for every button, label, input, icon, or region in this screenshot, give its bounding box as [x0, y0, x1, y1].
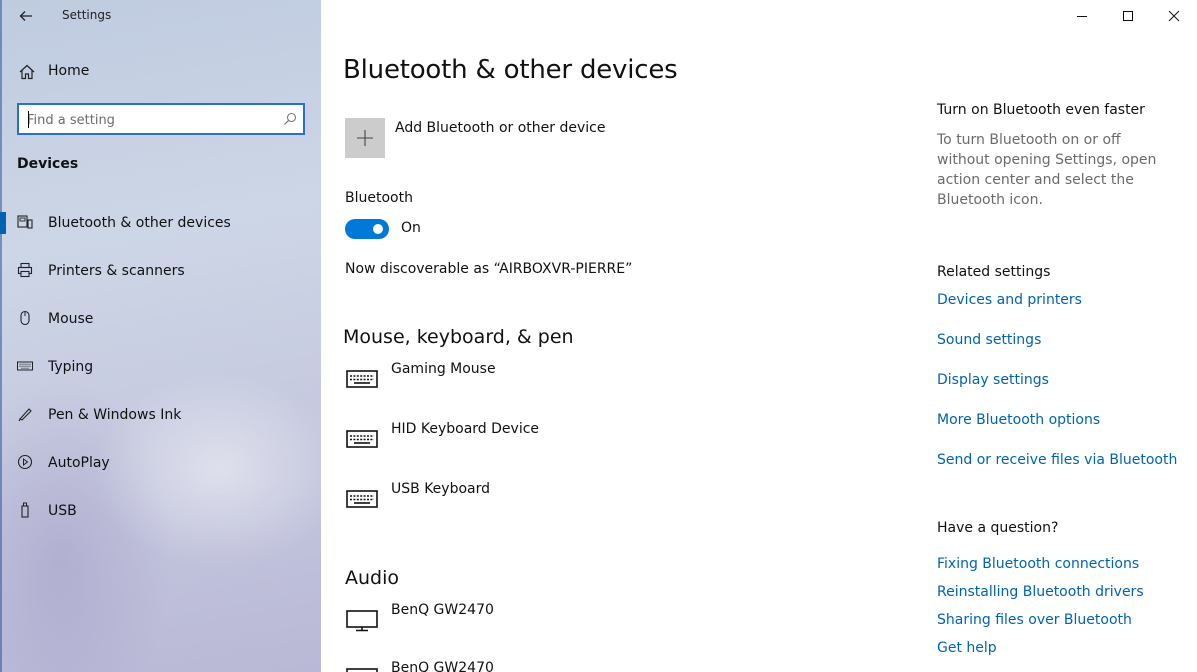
back-arrow-icon — [19, 11, 32, 21]
mouse-icon — [20, 310, 30, 326]
printer-icon — [17, 262, 33, 278]
link-send-receive-files[interactable]: Send or receive files via Bluetooth — [937, 452, 1177, 468]
sidebar: Settings Home Devices Bluetooth & other … — [0, 0, 321, 672]
plus-icon — [357, 130, 373, 146]
minimize-button[interactable] — [1059, 0, 1105, 32]
tip-heading: Turn on Bluetooth even faster — [937, 102, 1145, 118]
sidebar-item-label: AutoPlay — [48, 455, 110, 471]
search-box[interactable] — [17, 103, 305, 135]
close-button[interactable] — [1151, 0, 1197, 32]
section-label: Devices — [17, 156, 79, 172]
home-label: Home — [48, 63, 90, 79]
search-icon[interactable] — [283, 112, 297, 126]
sidebar-nav: Bluetooth & other devices Printers & sca… — [0, 200, 321, 536]
link-devices-and-printers[interactable]: Devices and printers — [937, 292, 1082, 308]
autoplay-icon — [17, 454, 33, 470]
sidebar-item-label: USB — [48, 503, 77, 519]
title-bar: Settings — [0, 0, 321, 32]
keyboard-icon — [346, 430, 378, 448]
link-sharing-files[interactable]: Sharing files over Bluetooth — [937, 612, 1132, 628]
minimize-icon — [1077, 16, 1087, 17]
device-name: BenQ GW2470 — [391, 602, 494, 618]
keyboard-icon — [17, 361, 33, 371]
link-sound-settings[interactable]: Sound settings — [937, 332, 1041, 348]
link-display-settings[interactable]: Display settings — [937, 372, 1049, 388]
window-controls — [1059, 0, 1197, 32]
home-icon — [19, 64, 35, 80]
device-item[interactable]: USB Keyboard — [345, 481, 745, 521]
discoverable-text: Now discoverable as “AIRBOXVR-PIERRE” — [345, 261, 633, 277]
bluetooth-state: On — [401, 220, 421, 236]
search-input[interactable] — [27, 111, 277, 129]
app-title: Settings — [62, 8, 112, 22]
text-caret — [28, 111, 29, 128]
device-item[interactable]: HID Keyboard Device — [345, 421, 745, 461]
monitor-icon — [346, 610, 378, 632]
link-get-help[interactable]: Get help — [937, 640, 997, 656]
bluetooth-devices-icon — [17, 215, 33, 229]
usb-icon — [21, 502, 29, 518]
close-icon — [1168, 10, 1180, 22]
device-name: USB Keyboard — [391, 481, 490, 497]
sidebar-item-pen[interactable]: Pen & Windows Ink — [0, 392, 321, 440]
maximize-icon — [1123, 11, 1133, 21]
device-name: Gaming Mouse — [391, 361, 496, 377]
device-item[interactable]: BenQ GW2470 — [345, 602, 745, 642]
sidebar-item-bluetooth[interactable]: Bluetooth & other devices — [0, 200, 321, 248]
back-button[interactable] — [14, 4, 38, 28]
page-title: Bluetooth & other devices — [343, 55, 678, 85]
related-settings-heading: Related settings — [937, 264, 1051, 280]
main-content: Bluetooth & other devices Add Bluetooth … — [321, 0, 1197, 672]
sidebar-item-label: Bluetooth & other devices — [48, 215, 231, 231]
maximize-button[interactable] — [1105, 0, 1151, 32]
sidebar-item-printers[interactable]: Printers & scanners — [0, 248, 321, 296]
sidebar-home[interactable]: Home — [0, 52, 321, 92]
sidebar-item-label: Pen & Windows Ink — [48, 407, 182, 423]
bluetooth-label: Bluetooth — [345, 190, 413, 206]
sidebar-item-mouse[interactable]: Mouse — [0, 296, 321, 344]
group-title-audio: Audio — [345, 567, 400, 589]
group-title-mouse-keyboard-pen: Mouse, keyboard, & pen — [343, 326, 574, 348]
sidebar-item-label: Printers & scanners — [48, 263, 185, 279]
bluetooth-toggle[interactable] — [345, 219, 389, 239]
sidebar-item-typing[interactable]: Typing — [0, 344, 321, 392]
device-name: HID Keyboard Device — [391, 421, 540, 437]
add-device-button[interactable] — [345, 118, 385, 158]
pen-icon — [18, 408, 32, 422]
device-name: BenQ GW2470 — [391, 660, 494, 672]
keyboard-icon — [346, 370, 378, 388]
sidebar-item-usb[interactable]: USB — [0, 488, 321, 536]
link-more-bluetooth-options[interactable]: More Bluetooth options — [937, 412, 1100, 428]
monitor-icon — [346, 668, 378, 672]
link-reinstalling-drivers[interactable]: Reinstalling Bluetooth drivers — [937, 584, 1144, 600]
device-item[interactable]: Gaming Mouse — [345, 361, 745, 401]
sidebar-item-autoplay[interactable]: AutoPlay — [0, 440, 321, 488]
add-device-label[interactable]: Add Bluetooth or other device — [395, 120, 605, 136]
sidebar-item-label: Typing — [48, 359, 94, 375]
question-heading: Have a question? — [937, 520, 1059, 536]
keyboard-icon — [346, 490, 378, 508]
toggle-knob — [373, 224, 383, 234]
link-fixing-bluetooth[interactable]: Fixing Bluetooth connections — [937, 556, 1139, 572]
tip-text: To turn Bluetooth on or off without open… — [937, 132, 1157, 208]
sidebar-item-label: Mouse — [48, 311, 94, 327]
device-item[interactable]: BenQ GW2470 — [345, 660, 745, 672]
